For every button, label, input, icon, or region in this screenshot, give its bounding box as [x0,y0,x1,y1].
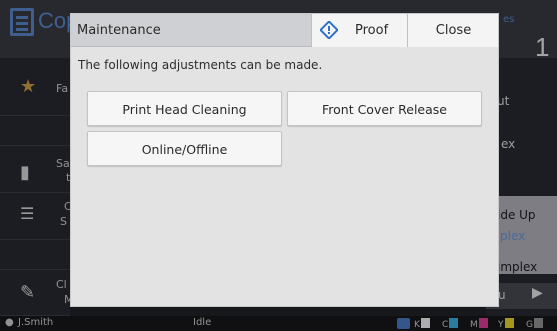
dialog-title: Maintenance [77,23,161,38]
front-cover-release-label: Front Cover Release [321,102,447,117]
proof-button-label: Proof [355,23,389,38]
maintenance-dialog: Maintenance Proof Close The following ad… [70,13,499,307]
front-cover-release-button[interactable]: Front Cover Release [287,91,482,126]
online-offline-button[interactable]: Online/Offline [87,131,282,166]
screen: Cop es 1 ★ Fa ▮ Sa t ☰ C S ✎ Cl M ut ex … [0,0,557,331]
dialog-description: The following adjustments can be made. [78,58,323,72]
print-head-cleaning-label: Print Head Cleaning [122,102,247,117]
close-button-label: Close [435,23,472,38]
proof-diamond-icon [320,21,338,39]
proof-button[interactable]: Proof [311,14,407,47]
print-head-cleaning-button[interactable]: Print Head Cleaning [87,91,282,126]
online-offline-label: Online/Offline [141,142,228,157]
close-button[interactable]: Close [407,14,498,47]
dialog-header: Maintenance Proof Close [71,14,498,47]
